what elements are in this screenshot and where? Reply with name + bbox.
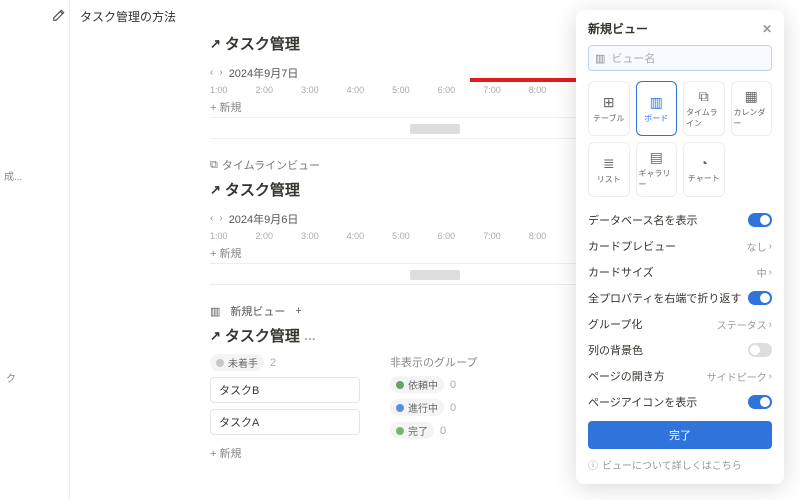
timeline-item[interactable] bbox=[410, 270, 460, 280]
timeline-item[interactable] bbox=[410, 124, 460, 134]
compose-icon[interactable] bbox=[52, 8, 66, 22]
timeline-view-icon: ⧉ bbox=[210, 159, 218, 172]
status-dot-icon bbox=[216, 359, 224, 367]
option-show-db-name[interactable]: データベース名を表示 bbox=[588, 207, 772, 233]
hidden-group[interactable]: 依頼中0 bbox=[390, 376, 477, 393]
board-icon: ▥ bbox=[595, 52, 605, 65]
sidebar-sliver: 成... ク bbox=[0, 0, 70, 500]
status-dot-icon bbox=[396, 427, 404, 435]
hidden-group[interactable]: 進行中0 bbox=[390, 399, 477, 416]
hidden-group[interactable]: 完了0 bbox=[390, 422, 477, 439]
option-card-size[interactable]: カードサイズ 中› bbox=[588, 259, 772, 285]
chevron-right-icon: › bbox=[769, 371, 772, 382]
option-open-mode[interactable]: ページの開き方 サイドピーク› bbox=[588, 363, 772, 389]
open-arrow-icon: ↗ bbox=[210, 36, 221, 52]
new-view-popover: 新規ビュー ✕ ▥ ビュー名 ⊞テーブル ▥ボード ⧉タイムライン ▦カレンダー… bbox=[576, 10, 784, 484]
toggle-on[interactable] bbox=[748, 395, 772, 409]
open-arrow-icon: ↗ bbox=[210, 328, 221, 344]
option-show-page-icon[interactable]: ページアイコンを表示 bbox=[588, 389, 772, 415]
board-card[interactable]: タスクB bbox=[210, 377, 360, 403]
done-button[interactable]: 完了 bbox=[588, 421, 772, 449]
hidden-groups-header[interactable]: 非表示のグループ bbox=[390, 354, 477, 370]
sidebar-fragment: 成... bbox=[4, 168, 22, 183]
timeline-date: 2024年9月6日 bbox=[229, 211, 299, 227]
toggle-on[interactable] bbox=[748, 213, 772, 227]
view-type-table[interactable]: ⊞テーブル bbox=[588, 81, 630, 136]
view-type-chart[interactable]: ◔チャート bbox=[683, 142, 725, 197]
close-icon[interactable]: ✕ bbox=[762, 22, 772, 36]
option-card-preview[interactable]: カードプレビュー なし› bbox=[588, 233, 772, 259]
status-dot-icon bbox=[396, 404, 404, 412]
view-type-list[interactable]: ≣リスト bbox=[588, 142, 630, 197]
popover-title: 新規ビュー bbox=[588, 20, 648, 37]
more-icon[interactable]: … bbox=[304, 329, 316, 343]
view-type-calendar[interactable]: ▦カレンダー bbox=[731, 81, 773, 136]
add-new-button[interactable]: + 新規 bbox=[210, 445, 360, 461]
list-icon: ≣ bbox=[603, 155, 615, 172]
option-group-by[interactable]: グループ化 ステータス› bbox=[588, 311, 772, 337]
board-column-header[interactable]: 未着手 2 bbox=[210, 354, 360, 371]
option-column-bg[interactable]: 列の背景色 bbox=[588, 337, 772, 363]
board-icon: ▥ bbox=[650, 94, 663, 111]
tab-new-view[interactable]: 新規ビュー bbox=[230, 303, 285, 319]
gallery-icon: ▤ bbox=[650, 149, 663, 166]
view-name-input[interactable]: ▥ ビュー名 bbox=[588, 45, 772, 71]
open-arrow-icon: ↗ bbox=[210, 182, 221, 198]
status-dot-icon bbox=[396, 381, 404, 389]
toggle-off[interactable] bbox=[748, 343, 772, 357]
db-title-text: タスク管理 bbox=[225, 179, 300, 200]
chevron-right-icon[interactable]: › bbox=[219, 67, 222, 78]
add-view-button[interactable]: + bbox=[295, 305, 301, 317]
chevron-right-icon: › bbox=[769, 241, 772, 252]
timeline-icon: ⧉ bbox=[699, 88, 709, 105]
chevron-right-icon: › bbox=[769, 319, 772, 330]
toggle-on[interactable] bbox=[748, 291, 772, 305]
chart-icon: ◔ bbox=[700, 155, 708, 171]
db-title-text: タスク管理 bbox=[225, 33, 300, 54]
calendar-icon: ▦ bbox=[745, 88, 758, 105]
view-type-board[interactable]: ▥ボード bbox=[636, 81, 678, 136]
help-icon: ⓘ bbox=[588, 457, 598, 472]
board-view-icon: ▥ bbox=[210, 305, 220, 318]
timeline-date: 2024年9月7日 bbox=[229, 65, 299, 81]
view-type-timeline[interactable]: ⧉タイムライン bbox=[683, 81, 725, 136]
db-title-text: タスク管理 bbox=[225, 325, 300, 346]
sidebar-fragment: ク bbox=[6, 370, 16, 385]
chevron-right-icon[interactable]: › bbox=[219, 213, 222, 224]
option-wrap-props[interactable]: 全プロパティを右端で折り返す bbox=[588, 285, 772, 311]
view-type-gallery[interactable]: ▤ギャラリー bbox=[636, 142, 678, 197]
chevron-right-icon: › bbox=[769, 267, 772, 278]
learn-more-link[interactable]: ⓘ ビューについて詳しくはこちら bbox=[588, 457, 772, 472]
chevron-left-icon[interactable]: ‹ bbox=[210, 213, 213, 224]
table-icon: ⊞ bbox=[603, 94, 615, 111]
chevron-left-icon[interactable]: ‹ bbox=[210, 67, 213, 78]
board-card[interactable]: タスクA bbox=[210, 409, 360, 435]
